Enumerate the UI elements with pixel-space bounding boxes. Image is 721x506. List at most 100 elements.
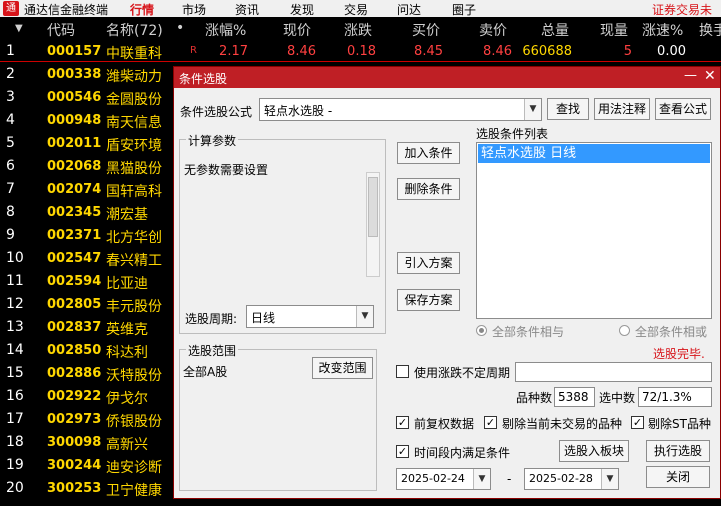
stock-name: 中联重科 bbox=[106, 46, 162, 62]
delete-condition-button[interactable]: 删除条件 bbox=[397, 178, 460, 200]
params-scrollbar[interactable] bbox=[366, 172, 380, 277]
row-number: 7 bbox=[6, 181, 15, 197]
menu-hangqing[interactable]: 行情 bbox=[130, 1, 154, 18]
stock-code: 002886 bbox=[47, 366, 102, 381]
add-condition-button[interactable]: 加入条件 bbox=[397, 142, 460, 164]
time-cond-label[interactable]: 时间段内满足条件 bbox=[414, 444, 510, 461]
count-field: 5388 bbox=[554, 387, 595, 407]
view-formula-button[interactable]: 查看公式 bbox=[655, 98, 711, 120]
menu-jiaoyi[interactable]: 交易 bbox=[344, 1, 368, 18]
stock-name: 潮宏基 bbox=[106, 207, 148, 223]
col-volume[interactable]: 总量 bbox=[541, 20, 569, 40]
close-button[interactable]: 关闭 bbox=[646, 466, 710, 488]
period-input[interactable] bbox=[515, 362, 712, 382]
col-bid[interactable]: 买价 bbox=[412, 20, 440, 40]
trade-status: 证券交易未 bbox=[652, 3, 713, 17]
condition-list-label: 选股条件列表 bbox=[476, 127, 549, 141]
formula-select[interactable]: 轻点水选股 - ▼ bbox=[259, 98, 542, 121]
use-period-checkbox[interactable] bbox=[396, 365, 409, 378]
exclude-untraded-checkbox[interactable]: ✓ bbox=[484, 416, 497, 429]
row-number: 11 bbox=[6, 273, 24, 289]
col-price[interactable]: 现价 bbox=[283, 20, 311, 40]
import-scheme-button[interactable]: 引入方案 bbox=[397, 252, 460, 274]
use-period-label[interactable]: 使用涨跌不定周期 bbox=[414, 364, 510, 381]
row-number: 5 bbox=[6, 135, 15, 151]
row-number: 6 bbox=[6, 158, 15, 174]
volume-value: 660688 bbox=[522, 44, 572, 59]
menu-faxian[interactable]: 发现 bbox=[290, 1, 314, 18]
row-number: 20 bbox=[6, 480, 24, 496]
condition-list[interactable]: 轻点水选股 日线 bbox=[476, 142, 712, 319]
col-speed[interactable]: 涨速% bbox=[642, 20, 683, 40]
radio-and[interactable] bbox=[476, 325, 487, 336]
stock-name: 国轩高科 bbox=[106, 184, 162, 200]
price-value: 8.46 bbox=[287, 44, 316, 59]
col-cur-volume[interactable]: 现量 bbox=[600, 20, 628, 40]
sort-arrow-icon[interactable]: ▼ bbox=[15, 23, 23, 34]
chevron-down-icon[interactable]: ▼ bbox=[601, 469, 618, 489]
scope-value: 全部A股 bbox=[183, 365, 228, 379]
row-number: 9 bbox=[6, 227, 15, 243]
col-change[interactable]: 涨跌 bbox=[344, 20, 372, 40]
col-name[interactable]: 名称(72) bbox=[106, 20, 163, 40]
fq-checkbox[interactable]: ✓ bbox=[396, 416, 409, 429]
stock-name: 沃特股份 bbox=[106, 368, 162, 384]
add-to-block-button[interactable]: 选股入板块 bbox=[559, 440, 629, 462]
period-select[interactable]: 日线 ▼ bbox=[246, 305, 374, 328]
row-number: 15 bbox=[6, 365, 24, 381]
stock-code: 300098 bbox=[47, 435, 102, 450]
menu-wenda[interactable]: 问达 bbox=[397, 1, 421, 18]
chevron-down-icon[interactable]: ▼ bbox=[473, 469, 490, 489]
col-turnover[interactable]: 换手 bbox=[699, 20, 721, 40]
run-selection-button[interactable]: 执行选股 bbox=[646, 440, 710, 462]
radio-and-label[interactable]: 全部条件相与 bbox=[492, 323, 564, 340]
chevron-down-icon[interactable]: ▼ bbox=[524, 99, 541, 120]
stock-name: 比亚迪 bbox=[106, 276, 148, 292]
selected-label: 选中数 bbox=[599, 391, 636, 405]
exclude-untraded-label[interactable]: 剔除当前未交易的品种 bbox=[502, 415, 622, 432]
stock-name: 南天信息 bbox=[106, 115, 162, 131]
stock-code: 300244 bbox=[47, 458, 102, 473]
stock-code: 002547 bbox=[47, 251, 102, 266]
stock-name: 丰元股份 bbox=[106, 299, 162, 315]
date-separator: - bbox=[507, 472, 512, 486]
stock-code: 000157 bbox=[47, 44, 102, 59]
date-to-picker[interactable]: 2025-02-28 ▼ bbox=[524, 468, 619, 490]
stock-code: 002011 bbox=[47, 136, 102, 151]
stock-name: 高新兴 bbox=[106, 437, 148, 453]
exclude-st-checkbox[interactable]: ✓ bbox=[631, 416, 644, 429]
usage-notes-button[interactable]: 用法注释 bbox=[594, 98, 650, 120]
table-row[interactable]: 1 000157 中联重科 R 2.17 8.46 0.18 8.45 8.46… bbox=[0, 39, 721, 62]
cur-volume-value: 5 bbox=[623, 44, 632, 59]
exclude-st-label[interactable]: 剔除ST品种 bbox=[648, 415, 711, 432]
menu-zixun[interactable]: 资讯 bbox=[235, 1, 259, 18]
col-code[interactable]: 代码 bbox=[47, 20, 75, 40]
col-change-pct[interactable]: 涨幅% bbox=[205, 20, 246, 40]
row-number: 16 bbox=[6, 388, 24, 404]
time-cond-checkbox[interactable]: ✓ bbox=[396, 445, 409, 458]
count-label: 品种数 bbox=[516, 391, 553, 405]
app-logo-icon: 通 bbox=[3, 1, 19, 16]
row-number: 3 bbox=[6, 89, 15, 105]
radio-or[interactable] bbox=[619, 325, 630, 336]
scroll-thumb[interactable] bbox=[368, 177, 378, 237]
find-button[interactable]: 查找 bbox=[547, 98, 589, 120]
menu-shichang[interactable]: 市场 bbox=[182, 1, 206, 18]
close-icon[interactable]: ✕ bbox=[704, 68, 716, 84]
stock-code: 002074 bbox=[47, 182, 102, 197]
col-ask[interactable]: 卖价 bbox=[479, 20, 507, 40]
radio-or-label[interactable]: 全部条件相或 bbox=[635, 323, 707, 340]
table-header: ▼ 代码 名称(72) • 涨幅% 现价 涨跌 买价 卖价 总量 现量 涨速% … bbox=[0, 17, 721, 39]
menu-quanzi[interactable]: 圈子 bbox=[452, 1, 476, 18]
fq-label[interactable]: 前复权数据 bbox=[414, 415, 474, 432]
change-scope-button[interactable]: 改变范围 bbox=[312, 357, 373, 379]
chevron-down-icon[interactable]: ▼ bbox=[356, 306, 373, 327]
minimize-icon[interactable]: — bbox=[684, 68, 697, 83]
row-number: 13 bbox=[6, 319, 24, 335]
save-scheme-button[interactable]: 保存方案 bbox=[397, 289, 460, 311]
date-from-picker[interactable]: 2025-02-24 ▼ bbox=[396, 468, 491, 490]
stock-name: 侨银股份 bbox=[106, 414, 162, 430]
count-value: 5388 bbox=[558, 390, 589, 404]
dialog-titlebar[interactable]: 条件选股 — ✕ bbox=[174, 67, 720, 88]
condition-list-item[interactable]: 轻点水选股 日线 bbox=[478, 144, 710, 163]
